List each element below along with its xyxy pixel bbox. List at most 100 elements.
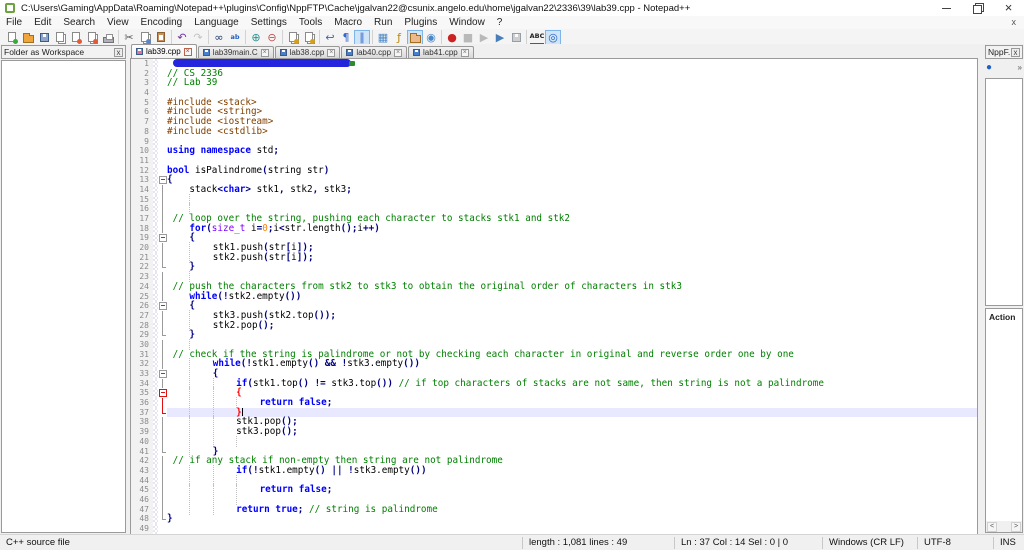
line-number[interactable]: 23 (131, 272, 153, 282)
line-number[interactable]: 12 (131, 165, 153, 176)
play-macro-icon[interactable]: ▶ (476, 30, 492, 45)
line-number[interactable]: 5 (131, 97, 153, 108)
close-button[interactable] (993, 0, 1024, 16)
menu-macro[interactable]: Macro (328, 16, 368, 29)
code-line[interactable]: 12 bool isPalindrome(string str) (131, 165, 977, 176)
tab-close-icon[interactable]: × (460, 48, 469, 57)
print-icon[interactable] (100, 30, 116, 45)
close-all-icon[interactable] (84, 30, 100, 45)
undo-icon[interactable]: ↶ (174, 30, 190, 45)
line-number[interactable]: 33 (131, 369, 153, 379)
line-number[interactable]: 43 (131, 465, 153, 476)
code-line[interactable]: 36 return false; (131, 397, 977, 409)
code-line[interactable]: 29 } (131, 330, 977, 340)
code-line[interactable]: 8 #include <cstdlib> (131, 126, 977, 137)
line-number[interactable]: 18 (131, 223, 153, 234)
code-line[interactable]: 40 (131, 435, 977, 447)
line-number[interactable]: 13 (131, 175, 153, 185)
code-line[interactable]: 10 using namespace std; (131, 146, 977, 156)
code-line[interactable]: 34 if(stk1.top() != stk3.top()) // if to… (131, 377, 977, 389)
cut-icon[interactable]: ✂ (121, 30, 137, 45)
stop-macro-icon[interactable]: ■ (460, 30, 476, 45)
code-line[interactable]: 25 while(!stk2.empty()) (131, 291, 977, 302)
line-number[interactable]: 42 (131, 456, 153, 466)
menu-window[interactable]: Window (443, 16, 491, 29)
tab-close-icon[interactable]: × (394, 48, 403, 57)
line-number[interactable]: 20 (131, 243, 153, 253)
code-line[interactable]: 4 (131, 88, 977, 98)
line-number[interactable]: 49 (131, 524, 153, 534)
line-number[interactable]: 31 (131, 349, 153, 360)
line-number[interactable]: 46 (131, 494, 153, 505)
code-line[interactable]: 48} (131, 514, 977, 524)
line-number[interactable]: 14 (131, 184, 153, 195)
save-all-icon[interactable] (52, 30, 68, 45)
line-number[interactable]: 17 (131, 214, 153, 224)
code-line[interactable]: 47 return true; // string is palindrome (131, 503, 977, 515)
word-wrap-icon[interactable]: ↩ (322, 30, 338, 45)
menu-view[interactable]: View (101, 16, 135, 29)
new-file-icon[interactable] (4, 30, 20, 45)
code-line[interactable]: 18 for(size_t i=0;i<str.length();i++) (131, 223, 977, 234)
menu-tools[interactable]: Tools (293, 16, 328, 29)
spell-check-icon[interactable]: ABC (529, 30, 545, 45)
line-number[interactable]: 19 (131, 233, 153, 244)
line-number[interactable]: 39 (131, 427, 153, 437)
menu-language[interactable]: Language (188, 16, 245, 29)
code-line[interactable]: 3 // Lab 39 (131, 78, 977, 89)
nppftp-close-icon[interactable]: x (1011, 47, 1020, 57)
line-number[interactable]: 48 (131, 514, 153, 524)
fold-toggle-icon[interactable] (158, 388, 167, 399)
line-number[interactable]: 7 (131, 117, 153, 127)
folder-as-workspace-close-icon[interactable]: x (114, 47, 123, 57)
line-number[interactable]: 24 (131, 281, 153, 292)
fold-toggle-icon[interactable] (158, 369, 167, 379)
menu-edit[interactable]: Edit (28, 16, 57, 29)
ftp-connect-icon[interactable]: ● (986, 62, 992, 73)
folder-as-workspace-tree[interactable] (1, 60, 126, 533)
nppftp-hscrollbar[interactable]: < > (986, 521, 1022, 532)
run-macro-multiple-icon[interactable]: ▶ (492, 30, 508, 45)
document-map-icon[interactable]: ▦ (375, 30, 391, 45)
line-number[interactable]: 6 (131, 107, 153, 118)
code-line[interactable]: 32 while(!stk1.empty() && !stk3.empty()) (131, 358, 977, 370)
line-number[interactable]: 37 (131, 407, 153, 418)
nppftp-file-tree[interactable] (985, 78, 1023, 306)
sync-horizontal-scroll-icon[interactable] (301, 30, 317, 45)
function-list-icon[interactable]: ƒ (391, 30, 407, 45)
editor[interactable]: 1 2 // CS 2336 3 // Lab 39 4 5 #include <stack>… (130, 58, 978, 534)
line-number[interactable]: 44 (131, 475, 153, 486)
document-monitor-icon[interactable]: ◉ (423, 30, 439, 45)
code-line[interactable]: 28 stk2.pop(); (131, 319, 977, 331)
code-line[interactable]: 2 // CS 2336 (131, 68, 977, 79)
line-number[interactable]: 41 (131, 446, 153, 457)
code-line[interactable]: 14 stack<char> stk1, stk2, stk3; (131, 185, 977, 195)
code-line[interactable]: 15 (131, 193, 977, 205)
menu-help[interactable]: ? (491, 16, 509, 29)
line-number[interactable]: 35 (131, 388, 153, 399)
tab-lab41-cpp[interactable]: lab41.cpp × (408, 46, 474, 58)
line-number[interactable]: 32 (131, 359, 153, 369)
fold-toggle-icon[interactable] (158, 233, 167, 244)
paste-icon[interactable] (153, 30, 169, 45)
close-file-icon[interactable] (68, 30, 84, 45)
tab-close-icon[interactable]: × (260, 48, 269, 57)
save-macro-icon[interactable] (508, 30, 524, 45)
menu-plugins[interactable]: Plugins (398, 16, 443, 29)
ftp-overflow-icon[interactable]: » (1018, 63, 1022, 72)
line-number[interactable]: 36 (131, 398, 153, 408)
scroll-left-icon[interactable]: < (987, 521, 997, 532)
line-number[interactable]: 47 (131, 504, 153, 515)
line-number[interactable]: 16 (131, 204, 153, 214)
show-all-characters-icon[interactable]: ¶ (338, 30, 354, 45)
line-number[interactable]: 9 (131, 136, 153, 147)
line-number[interactable]: 8 (131, 126, 153, 137)
show-indent-guide-icon[interactable]: ∥ (354, 29, 370, 45)
tab-lab38-cpp[interactable]: lab38.cpp × (274, 46, 341, 58)
line-number[interactable]: 26 (131, 301, 153, 311)
line-number[interactable]: 1 (131, 59, 153, 69)
find-icon[interactable]: ∞ (211, 30, 227, 45)
restore-button[interactable] (962, 0, 993, 16)
tab-lab39-cpp[interactable]: lab39.cpp × (131, 44, 197, 58)
line-number[interactable]: 40 (131, 436, 153, 447)
